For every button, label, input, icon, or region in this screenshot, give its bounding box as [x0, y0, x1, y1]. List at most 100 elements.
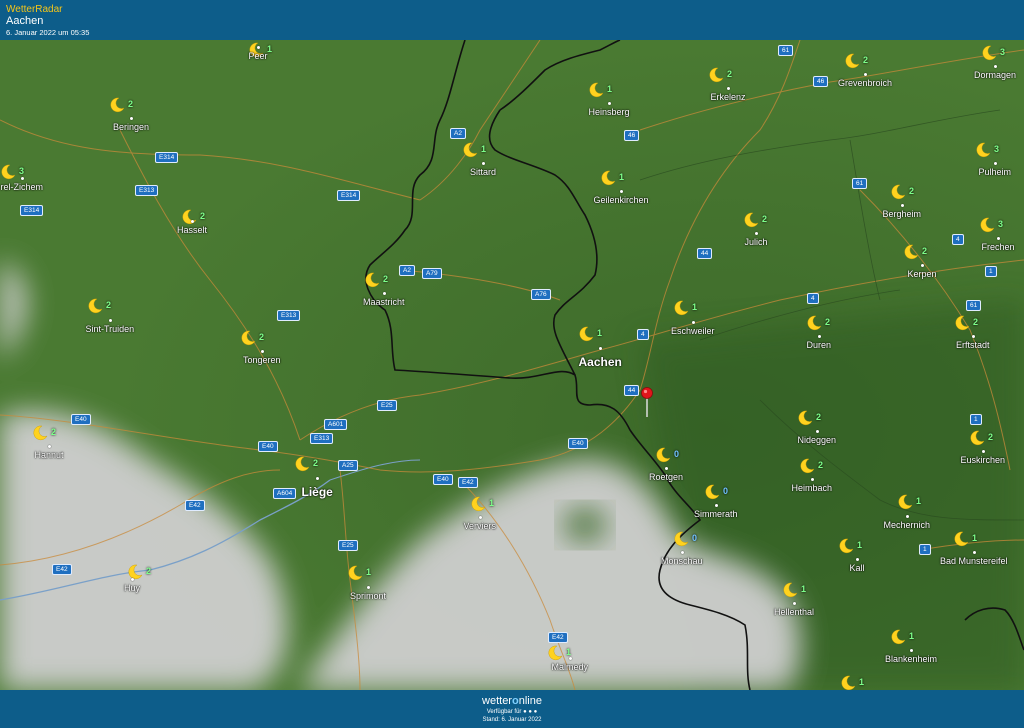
- road-sign: 4: [637, 329, 649, 340]
- city-label[interactable]: Heinsberg: [589, 107, 630, 117]
- precipitation-value: 3: [998, 219, 1004, 229]
- road-sign: A604: [273, 488, 297, 499]
- precipitation-value: 1: [489, 498, 495, 508]
- city-label[interactable]: Aachen: [579, 355, 622, 369]
- city-label[interactable]: Verviers: [464, 521, 497, 531]
- moon-icon: [890, 184, 906, 200]
- city-marker: [383, 292, 386, 295]
- moon-icon: [109, 97, 125, 113]
- road-sign: 4: [952, 234, 964, 245]
- city-label[interactable]: Roetgen: [649, 472, 683, 482]
- city-label[interactable]: Hellenthal: [774, 607, 814, 617]
- precipitation-value: 2: [51, 427, 57, 437]
- moon-icon: [673, 300, 689, 316]
- city-marker: [997, 237, 1000, 240]
- city-marker: [665, 467, 668, 470]
- precipitation-value: 1: [859, 677, 865, 687]
- city-label[interactable]: Sprimont: [350, 591, 386, 601]
- road-sign: 61: [778, 45, 794, 56]
- road-sign: E40: [258, 441, 278, 452]
- city-label[interactable]: Maastricht: [363, 297, 405, 307]
- moon-icon: [799, 458, 815, 474]
- moon-icon: [181, 209, 197, 225]
- city-marker: [692, 321, 695, 324]
- precipitation-value: 2: [313, 458, 319, 468]
- road-sign: E313: [310, 433, 334, 444]
- weather-map[interactable]: 61 46 A2 46 E314 E313 E314 E314 61 4 44 A2 A79 1 A76 4 6…: [0, 40, 1024, 690]
- city-label[interactable]: Heimbach: [792, 483, 833, 493]
- road-sign: A25: [338, 460, 358, 471]
- city-label[interactable]: Dormagen: [974, 70, 1016, 80]
- road-sign: E42: [52, 564, 72, 575]
- city-marker: [727, 87, 730, 90]
- city-marker: [864, 73, 867, 76]
- road-sign: 1: [985, 266, 997, 277]
- location-pin-icon[interactable]: [641, 387, 653, 417]
- precipitation-value: 2: [816, 412, 822, 422]
- city-marker: [620, 190, 623, 193]
- precipitation-value: 1: [801, 584, 807, 594]
- city-label[interactable]: Kall: [850, 563, 865, 573]
- moon-icon: [782, 582, 798, 598]
- city-marker: [715, 504, 718, 507]
- timestamp: 6. Januar 2022 um 05:35: [6, 28, 90, 37]
- precipitation-value: 0: [692, 533, 698, 543]
- city-marker: [921, 264, 924, 267]
- city-label[interactable]: Monschau: [661, 556, 703, 566]
- moon-icon: [890, 629, 906, 645]
- city-label[interactable]: Euskirchen: [961, 455, 1006, 465]
- road-sign: A601: [324, 419, 348, 430]
- moon-icon: [240, 330, 256, 346]
- city-marker: [130, 117, 133, 120]
- wetteronline-logo: wetteronline: [482, 695, 542, 707]
- road-sign: E314: [155, 152, 179, 163]
- city-label[interactable]: Eschweiler: [671, 326, 715, 336]
- city-label[interactable]: Sittard: [470, 167, 496, 177]
- city-marker: [109, 319, 112, 322]
- road-sign: A2: [399, 265, 415, 276]
- road-sign: 61: [852, 178, 868, 189]
- city-label[interactable]: Beringen: [113, 122, 149, 132]
- city-label[interactable]: Frechen: [982, 242, 1015, 252]
- road-sign: 1: [919, 544, 931, 555]
- city-label[interactable]: Kerpen: [908, 269, 937, 279]
- city-label[interactable]: Erftstadt: [956, 340, 990, 350]
- city-label[interactable]: Grevenbroich: [838, 78, 892, 88]
- city-label[interactable]: Tongeren: [243, 355, 281, 365]
- city-label[interactable]: Hannut: [35, 450, 64, 460]
- precipitation-value: 1: [916, 496, 922, 506]
- city-label[interactable]: Julich: [745, 237, 768, 247]
- moon-icon: [600, 170, 616, 186]
- city-label[interactable]: Bad Munstereifel: [940, 556, 1008, 566]
- city-label[interactable]: Mechernich: [884, 520, 931, 530]
- moon-icon: [844, 53, 860, 69]
- precipitation-value: 2: [909, 186, 915, 196]
- moon-icon: [655, 447, 671, 463]
- city-label[interactable]: Simmerath: [694, 509, 738, 519]
- precipitation-value: 2: [988, 432, 994, 442]
- city-label[interactable]: Sint-Truiden: [86, 324, 135, 334]
- city-label[interactable]: Liège: [302, 485, 333, 499]
- precipitation-value: 2: [383, 274, 389, 284]
- city-label[interactable]: Bergheim: [883, 209, 922, 219]
- city-label[interactable]: Malmedy: [552, 662, 589, 672]
- city-label[interactable]: Hasselt: [177, 225, 207, 235]
- moon-icon: [704, 484, 720, 500]
- moon-icon: [470, 496, 486, 512]
- road-sign: E42: [548, 632, 568, 643]
- city-marker: [856, 558, 859, 561]
- city-label[interactable]: Pulheim: [979, 167, 1012, 177]
- city-label[interactable]: rel-Zichem: [1, 182, 44, 192]
- precipitation-value: 0: [723, 486, 729, 496]
- city-label[interactable]: Geilenkirchen: [594, 195, 649, 205]
- city-label[interactable]: Erkelenz: [711, 92, 746, 102]
- city-label[interactable]: Nideggen: [798, 435, 837, 445]
- city-label[interactable]: Peer: [249, 51, 268, 61]
- road-sign: 46: [813, 76, 829, 87]
- city-marker: [972, 335, 975, 338]
- city-label[interactable]: Huy: [124, 583, 140, 593]
- moon-icon: [127, 564, 143, 580]
- city-label[interactable]: Blankenheim: [885, 654, 937, 664]
- city-label[interactable]: Duren: [807, 340, 832, 350]
- city-marker: [48, 445, 51, 448]
